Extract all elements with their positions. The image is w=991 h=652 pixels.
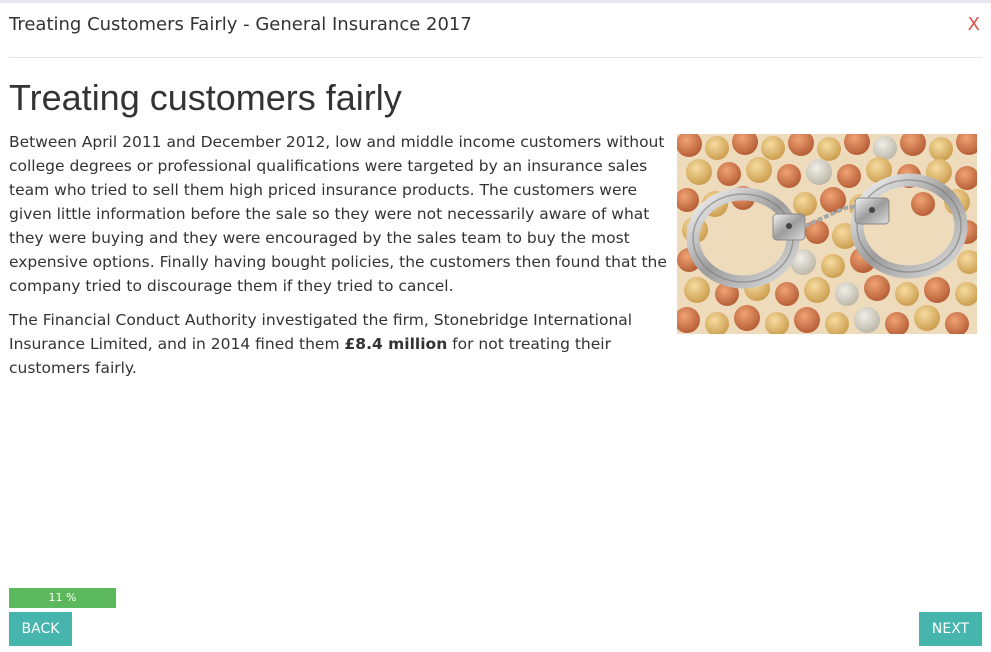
content-text: Between April 2011 and December 2012, lo… bbox=[9, 130, 673, 390]
progress-label: 11 % bbox=[48, 591, 77, 604]
back-button[interactable]: BACK bbox=[9, 612, 72, 646]
paragraph-2: The Financial Conduct Authority investig… bbox=[9, 308, 673, 380]
handcuffs-on-coins-image bbox=[677, 134, 977, 334]
header-divider bbox=[9, 57, 982, 58]
page-title: Treating customers fairly bbox=[9, 77, 402, 118]
dialog-header: Treating Customers Fairly - General Insu… bbox=[9, 14, 982, 42]
dialog-title: Treating Customers Fairly - General Insu… bbox=[9, 14, 472, 35]
top-strip bbox=[0, 0, 991, 3]
close-button[interactable]: X bbox=[968, 14, 980, 35]
fine-amount: £8.4 million bbox=[344, 335, 448, 353]
progress-bar: 11 % bbox=[9, 588, 116, 608]
paragraph-1: Between April 2011 and December 2012, lo… bbox=[9, 133, 667, 295]
coins-illustration bbox=[677, 134, 977, 334]
next-button[interactable]: NEXT bbox=[919, 612, 982, 646]
